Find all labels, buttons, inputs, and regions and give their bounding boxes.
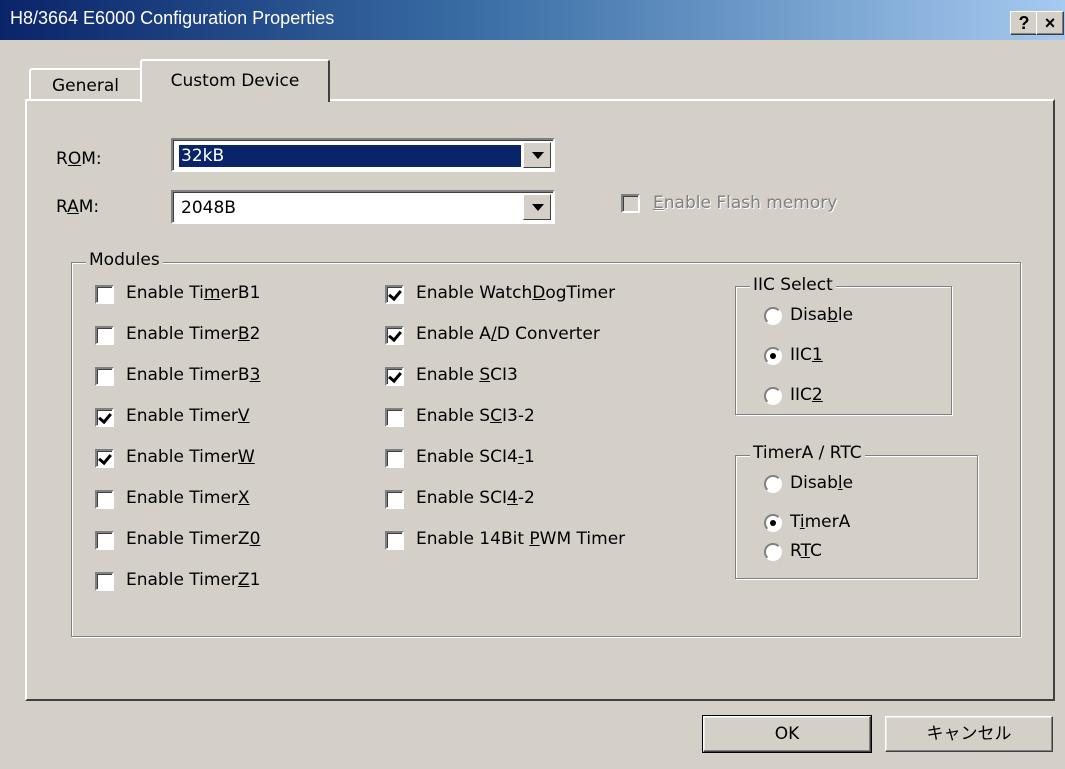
iic-option-2-radio[interactable]	[764, 387, 782, 405]
module-col2-item-4-label: Enable SCI4-1	[416, 447, 535, 467]
module-col1-item-1-label: Enable TimerB2	[126, 324, 261, 344]
module-col1-item-0-label: Enable TimerB1	[126, 283, 261, 303]
module-col2-item-0-checkbox[interactable]	[385, 285, 404, 304]
module-col1-item-7-checkbox[interactable]	[95, 572, 114, 591]
rom-dropdown-arrow-icon[interactable]	[523, 142, 551, 168]
ram-select[interactable]: 2048B	[171, 190, 555, 224]
module-col2-item-3-checkbox[interactable]	[385, 408, 404, 427]
module-col2-item-2-checkbox[interactable]	[385, 367, 404, 386]
module-col2-item-1-label: Enable A/D Converter	[416, 324, 600, 344]
module-col2-item-3-label: Enable SCI3-2	[416, 406, 535, 426]
iic-option-1-radio[interactable]	[764, 347, 782, 365]
timera-option-1-label: TimerA	[790, 512, 851, 532]
module-col2-item-2-label: Enable SCI3	[416, 365, 518, 385]
iic-option-0-label: Disable	[790, 305, 854, 325]
module-col1-item-6-checkbox[interactable]	[95, 531, 114, 550]
rom-select[interactable]: 32kB	[171, 138, 555, 172]
ram-value: 2048B	[181, 198, 236, 218]
module-col2-item-6-label: Enable 14Bit PWM Timer	[416, 529, 626, 549]
timera-option-1-radio[interactable]	[764, 514, 782, 532]
module-col1-item-3-label: Enable TimerV	[126, 406, 250, 426]
module-col2-item-5-label: Enable SCI4-2	[416, 488, 535, 508]
module-col2-item-6-checkbox[interactable]	[385, 531, 404, 550]
modules-legend: Modules	[86, 250, 163, 270]
module-col1-item-2-label: Enable TimerB3	[126, 365, 261, 385]
flash-label: Enable Flash memory	[653, 193, 838, 213]
timera-option-2-label: RTC	[790, 541, 822, 561]
timera-option-0-label: Disable	[790, 473, 854, 493]
ok-button[interactable]: OK	[702, 715, 872, 753]
iic-option-2-label: IIC2	[790, 385, 823, 405]
module-col2-item-0-label: Enable WatchDogTimer	[416, 283, 616, 303]
module-col1-item-4-checkbox[interactable]	[95, 449, 114, 468]
timera-option-0-radio[interactable]	[764, 475, 782, 493]
timera-option-2-radio[interactable]	[764, 543, 782, 561]
ram-label: RAM:	[56, 197, 100, 217]
module-col1-item-5-checkbox[interactable]	[95, 490, 114, 509]
rom-value: 32kB	[178, 144, 522, 168]
tab-general[interactable]: General	[29, 68, 142, 100]
title-bar[interactable]: H8/3664 E6000 Configuration Properties ?…	[0, 0, 1065, 40]
module-col2-item-5-checkbox[interactable]	[385, 490, 404, 509]
ram-dropdown-arrow-icon[interactable]	[523, 194, 551, 220]
window-title: H8/3664 E6000 Configuration Properties	[10, 8, 335, 28]
module-col2-item-1-checkbox[interactable]	[385, 326, 404, 345]
iic-option-0-radio[interactable]	[764, 307, 782, 325]
module-col1-item-7-label: Enable TimerZ1	[126, 570, 261, 590]
cancel-button[interactable]: キャンセル	[885, 716, 1053, 752]
rom-label: ROM:	[56, 149, 102, 169]
module-col1-item-0-checkbox[interactable]	[95, 285, 114, 304]
flash-checkbox[interactable]	[621, 194, 640, 213]
iic-option-1-label: IIC1	[790, 345, 823, 365]
module-col1-item-1-checkbox[interactable]	[95, 326, 114, 345]
tab-custom-device[interactable]: Custom Device	[140, 59, 330, 102]
timera-legend: TimerA / RTC	[750, 443, 865, 463]
module-col1-item-3-checkbox[interactable]	[95, 408, 114, 427]
module-col2-item-4-checkbox[interactable]	[385, 449, 404, 468]
module-col1-item-2-checkbox[interactable]	[95, 367, 114, 386]
close-button[interactable]: ×	[1036, 11, 1064, 35]
help-button[interactable]: ?	[1010, 11, 1038, 35]
module-col1-item-4-label: Enable TimerW	[126, 447, 255, 467]
module-col1-item-6-label: Enable TimerZ0	[126, 529, 261, 549]
module-col1-item-5-label: Enable TimerX	[126, 488, 250, 508]
iic-legend: IIC Select	[750, 275, 836, 295]
